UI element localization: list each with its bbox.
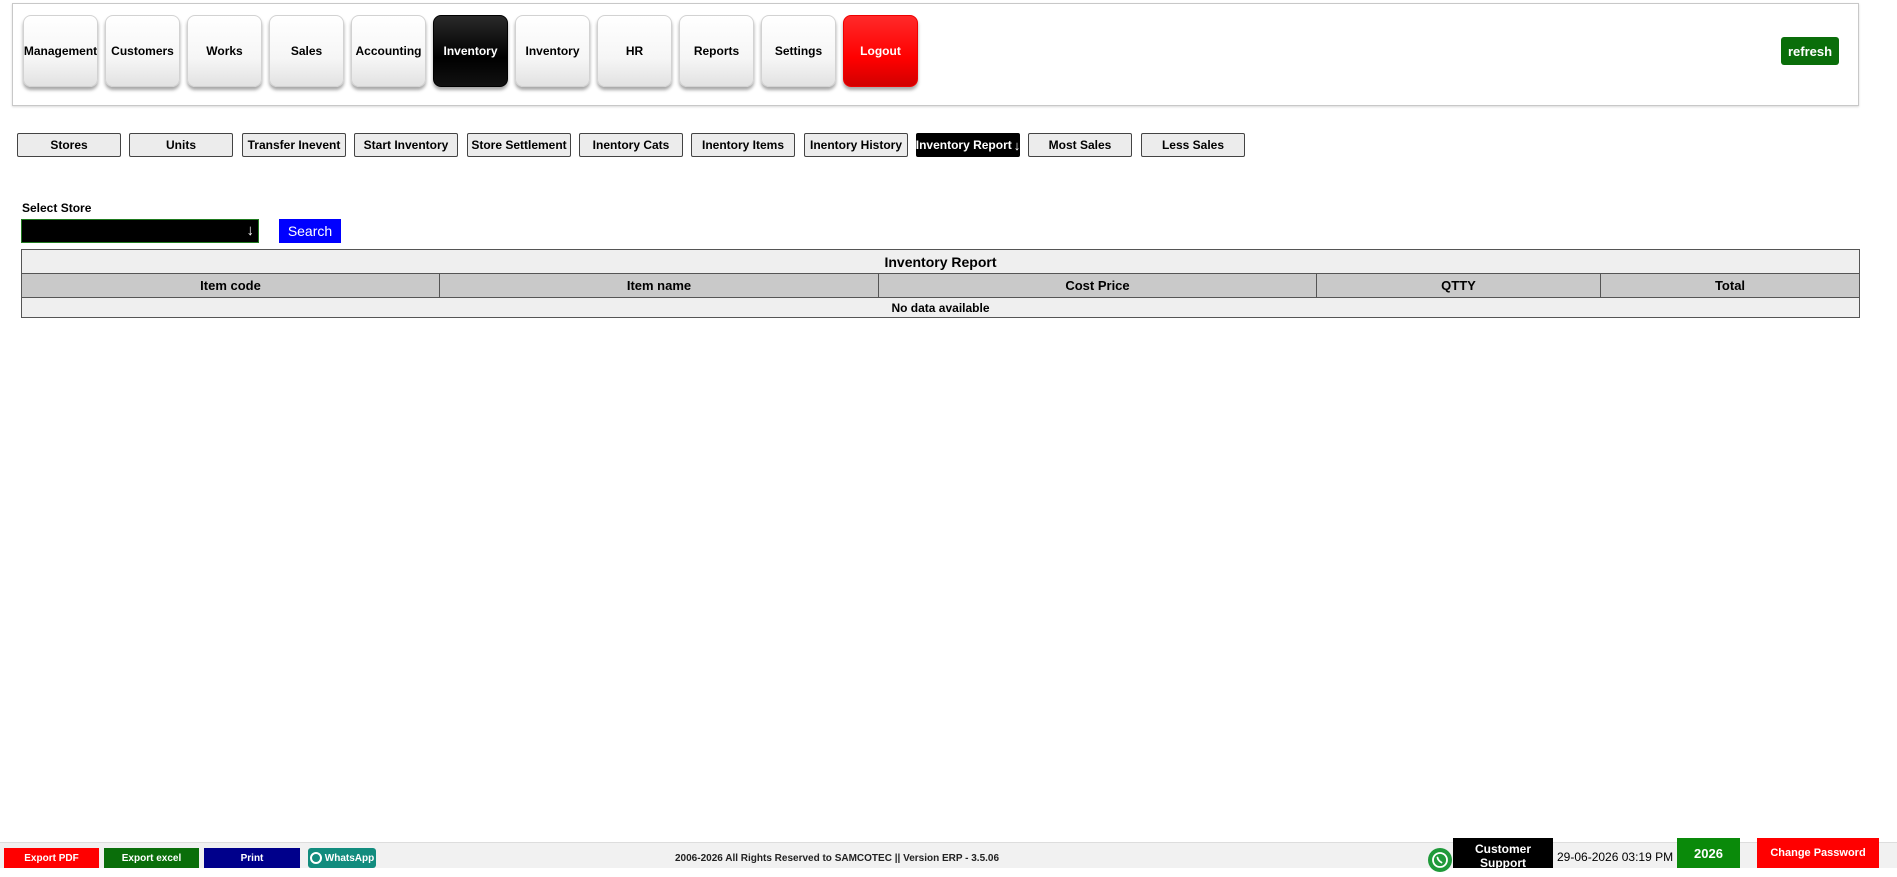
store-select[interactable]: ↓	[21, 219, 259, 243]
arrow-down-icon: ↓	[246, 222, 255, 239]
change-password-button[interactable]: Change Password	[1757, 838, 1879, 868]
nav-reports[interactable]: Reports	[679, 15, 754, 87]
customer-support-button[interactable]: Customer Support	[1453, 838, 1553, 868]
subtab-inventory-items[interactable]: Inentory Items	[691, 133, 795, 157]
nav-inventory[interactable]: Inventory	[515, 15, 590, 87]
nav-hr[interactable]: HR	[597, 15, 672, 87]
subtab-label: Less Sales	[1161, 138, 1225, 152]
subtab-stores[interactable]: Stores	[17, 133, 121, 157]
table-header: Item code Item name Cost Price QTTY Tota…	[22, 274, 1859, 298]
datetime-display: 29-06-2026 03:19 PM	[1557, 850, 1674, 864]
whatsapp-icon	[309, 852, 322, 864]
nav-accounting[interactable]: Accounting	[351, 15, 426, 87]
arrow-down-icon: ↓	[1013, 137, 1021, 153]
column-header-total[interactable]: Total	[1601, 274, 1859, 297]
subtab-label: Inventory Report	[915, 138, 1012, 152]
subtab-label: Stores	[50, 138, 88, 152]
subtab-label: Inentory History	[809, 138, 902, 152]
year-badge[interactable]: 2026	[1677, 838, 1740, 868]
inventory-report-table: Inventory Report Item code Item name Cos…	[21, 249, 1860, 318]
nav-sales[interactable]: Sales	[269, 15, 344, 87]
subtab-inventory-history[interactable]: Inentory History	[804, 133, 908, 157]
print-button[interactable]: Print	[204, 848, 300, 868]
column-header-item-name[interactable]: Item name	[440, 274, 879, 297]
logout-button[interactable]: Logout	[843, 15, 918, 87]
whatsapp-support-icon[interactable]	[1428, 848, 1452, 872]
phone-icon	[1432, 852, 1448, 868]
top-menu-bar: Management Customers Works Sales Account…	[12, 3, 1859, 106]
subtab-label: Units	[166, 138, 196, 152]
subtab-label: Transfer Inevent	[247, 138, 341, 152]
subtab-label: Most Sales	[1048, 138, 1112, 152]
refresh-button[interactable]: refresh	[1781, 37, 1839, 65]
subtab-most-sales[interactable]: Most Sales	[1028, 133, 1132, 157]
select-store-label: Select Store	[22, 201, 92, 215]
nav-works[interactable]: Works	[187, 15, 262, 87]
nav-settings[interactable]: Settings	[761, 15, 836, 87]
subtab-label: Store Settlement	[471, 138, 567, 152]
subtab-label: Inentory Cats	[592, 138, 670, 152]
subtab-units[interactable]: Units	[129, 133, 233, 157]
nav-inventory-active[interactable]: Inventory	[433, 15, 508, 87]
export-excel-button[interactable]: Export excel	[104, 848, 199, 868]
column-header-cost-price[interactable]: Cost Price	[879, 274, 1317, 297]
export-pdf-button[interactable]: Export PDF	[4, 848, 99, 868]
copyright-text: 2006-2026 All Rights Reserved to SAMCOTE…	[675, 853, 1000, 864]
nav-management[interactable]: Management	[23, 15, 98, 87]
report-title: Inventory Report	[22, 250, 1859, 274]
whatsapp-button[interactable]: WhatsApp	[308, 848, 376, 868]
whatsapp-label: WhatsApp	[324, 852, 375, 864]
subtab-label: Start Inventory	[363, 138, 449, 152]
column-header-qtty[interactable]: QTTY	[1317, 274, 1601, 297]
subtab-less-sales[interactable]: Less Sales	[1141, 133, 1245, 157]
subtab-inventory-report[interactable]: Inventory Report ↓	[916, 133, 1020, 157]
subtab-inventory-cats[interactable]: Inentory Cats	[579, 133, 683, 157]
subtab-label: Inentory Items	[701, 138, 785, 152]
column-header-item-code[interactable]: Item code	[22, 274, 440, 297]
search-button[interactable]: Search	[279, 219, 341, 243]
nav-customers[interactable]: Customers	[105, 15, 180, 87]
empty-table-message: No data available	[22, 298, 1859, 317]
subtab-transfer-inventory[interactable]: Transfer Inevent	[242, 133, 346, 157]
subtab-start-inventory[interactable]: Start Inventory	[354, 133, 458, 157]
subtab-store-settlement[interactable]: Store Settlement	[467, 133, 571, 157]
